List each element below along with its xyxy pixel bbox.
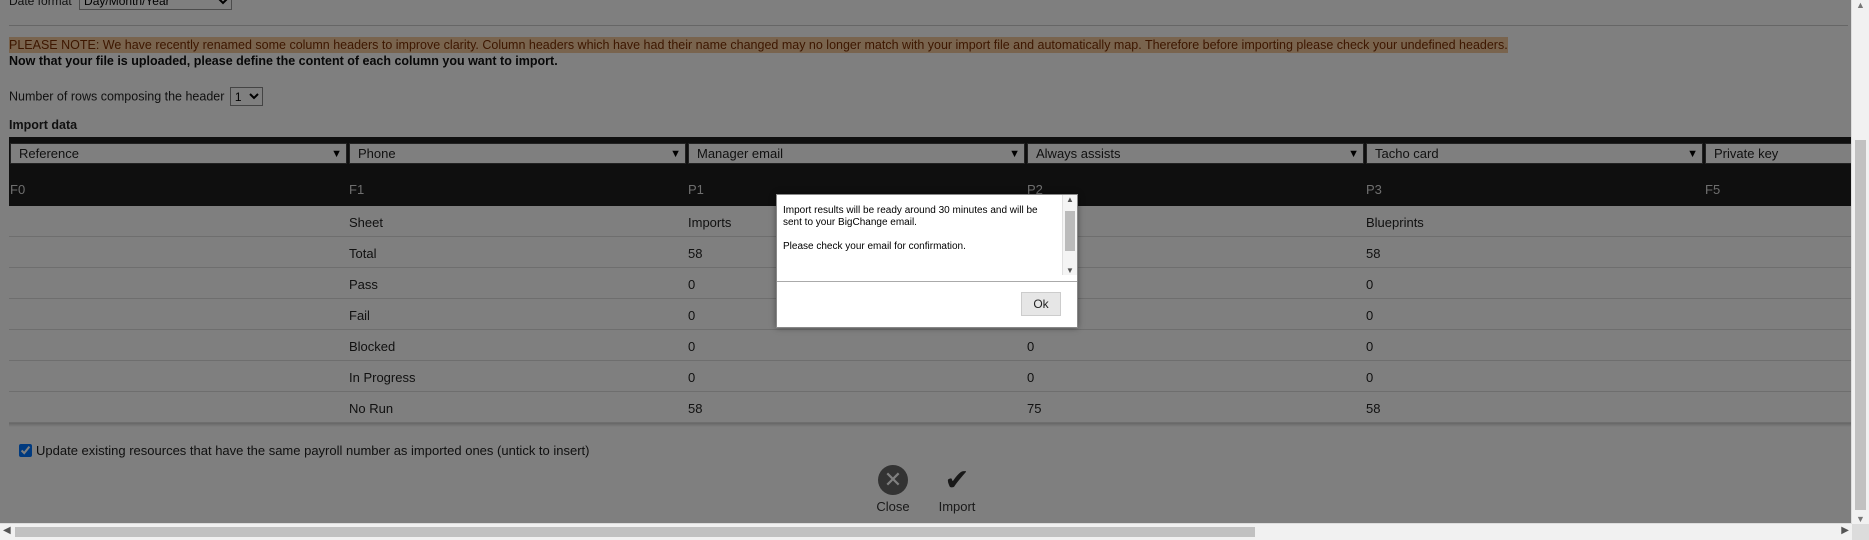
dialog-message-confirm: Please check your email for confirmation… [783,241,966,252]
scroll-up-icon[interactable]: ▲ [1856,0,1865,10]
scroll-left-icon[interactable]: ◀ [3,525,11,536]
scroll-down-icon[interactable]: ▼ [1066,266,1074,275]
dialog-body: Import results will be ready around 30 m… [783,205,1053,265]
dialog-scrollbar[interactable]: ▲ ▼ [1062,195,1077,275]
scroll-right-icon[interactable]: ▶ [1841,525,1849,536]
dialog-divider [777,281,1077,282]
scroll-down-icon[interactable]: ▼ [1856,514,1865,524]
dialog-message: Import results will be ready around 30 m… [783,205,1038,228]
dialog-scroll-thumb[interactable] [1065,211,1075,251]
ok-button[interactable]: Ok [1021,292,1061,316]
vertical-scrollbar[interactable]: ▲ ▼ [1851,0,1869,524]
import-confirmation-dialog: Import results will be ready around 30 m… [776,194,1078,328]
scroll-up-icon[interactable]: ▲ [1066,195,1074,204]
horizontal-scroll-thumb[interactable] [15,527,1255,537]
vertical-scroll-thumb[interactable] [1855,140,1866,510]
scrollbar-corner [1852,524,1869,540]
horizontal-scrollbar[interactable]: ◀ ▶ [0,523,1852,540]
